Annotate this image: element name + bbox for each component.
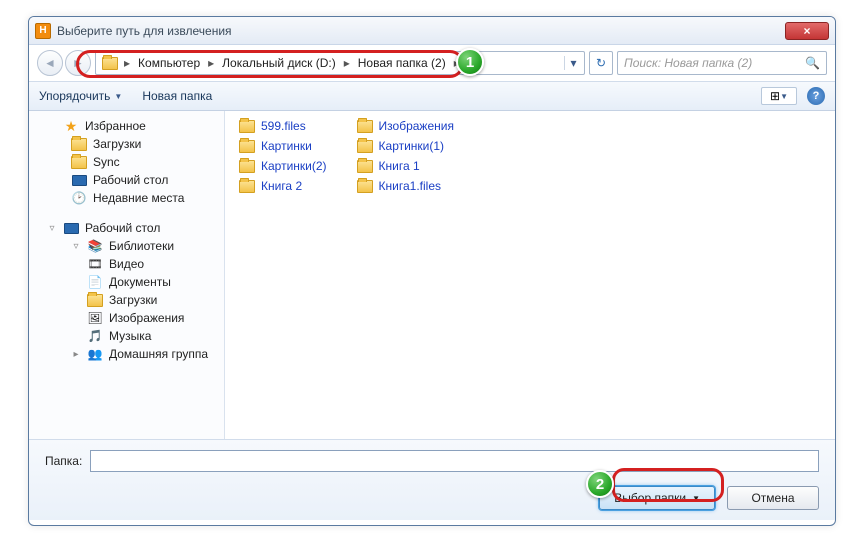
- folder-name-input[interactable]: [90, 450, 819, 472]
- folder-picker-dialog: H Выберите путь для извлечения × ◄ ► ▸ К…: [28, 16, 836, 526]
- app-icon: H: [35, 23, 51, 39]
- organize-button[interactable]: Упорядочить▼: [39, 89, 122, 103]
- music-icon: 🎵: [87, 329, 103, 343]
- folder-icon: [239, 159, 255, 173]
- titlebar: H Выберите путь для извлечения ×: [29, 17, 835, 45]
- library-icon: 📚: [87, 239, 103, 253]
- breadcrumb-seg[interactable]: Новая папка (2): [352, 56, 452, 70]
- annotation-callout-2: 2: [586, 470, 614, 498]
- sidebar-item[interactable]: Загрузки: [29, 135, 224, 153]
- list-item[interactable]: Книга 1: [357, 159, 454, 173]
- folder-icon: [87, 293, 103, 307]
- folder-label: Папка:: [45, 454, 82, 468]
- breadcrumb-seg[interactable]: Компьютер: [132, 56, 206, 70]
- bottom-panel: Папка: Выбор папки▼ Отмена: [29, 439, 835, 520]
- grid-icon: ⊞: [770, 89, 780, 103]
- sidebar: ★Избранное Загрузки Sync Рабочий стол 🕑Н…: [29, 111, 225, 439]
- breadcrumb-seg[interactable]: Локальный диск (D:): [216, 56, 342, 70]
- list-item[interactable]: Картинки(2): [239, 159, 327, 173]
- sidebar-item[interactable]: 📄Документы: [29, 273, 224, 291]
- cancel-button[interactable]: Отмена: [727, 486, 819, 510]
- navigation-bar: ◄ ► ▸ Компьютер ▸ Локальный диск (D:) ▸ …: [29, 45, 835, 81]
- breadcrumb[interactable]: ▸ Компьютер ▸ Локальный диск (D:) ▸ Нова…: [95, 51, 585, 75]
- window-title: Выберите путь для извлечения: [57, 24, 785, 38]
- breadcrumb-dropdown[interactable]: ▾: [564, 56, 582, 70]
- sidebar-homegroup[interactable]: ▸👥Домашняя группа: [29, 345, 224, 363]
- folder-icon: [239, 119, 255, 133]
- sidebar-item[interactable]: 🎵Музыка: [29, 327, 224, 345]
- folder-icon: [357, 179, 373, 193]
- refresh-button[interactable]: ↻: [589, 51, 613, 75]
- sidebar-item[interactable]: 🖼Изображения: [29, 309, 224, 327]
- video-icon: 🎞: [87, 257, 103, 271]
- desktop-icon: [63, 221, 79, 235]
- folder-icon: [357, 139, 373, 153]
- search-input[interactable]: Поиск: Новая папка (2) 🔍: [617, 51, 827, 75]
- star-icon: ★: [63, 119, 79, 133]
- close-button[interactable]: ×: [785, 22, 829, 40]
- help-button[interactable]: ?: [807, 87, 825, 105]
- back-button[interactable]: ◄: [37, 50, 63, 76]
- sidebar-favorites[interactable]: ★Избранное: [29, 117, 224, 135]
- folder-icon: [357, 119, 373, 133]
- sidebar-item[interactable]: Загрузки: [29, 291, 224, 309]
- list-item[interactable]: 599.files: [239, 119, 327, 133]
- chevron-right-icon[interactable]: ▸: [342, 56, 352, 70]
- chevron-down-icon: ▼: [780, 92, 788, 101]
- recent-icon: 🕑: [71, 191, 87, 205]
- list-item[interactable]: Картинки: [239, 139, 327, 153]
- desktop-icon: [71, 173, 87, 187]
- sidebar-item[interactable]: 🕑Недавние места: [29, 189, 224, 207]
- list-item[interactable]: Картинки(1): [357, 139, 454, 153]
- refresh-icon: ↻: [596, 56, 606, 70]
- folder-icon: [71, 137, 87, 151]
- folder-icon: [71, 155, 87, 169]
- search-placeholder: Поиск: Новая папка (2): [624, 56, 805, 70]
- sidebar-item[interactable]: Рабочий стол: [29, 171, 224, 189]
- forward-button[interactable]: ►: [65, 50, 91, 76]
- sidebar-item[interactable]: 🎞Видео: [29, 255, 224, 273]
- chevron-right-icon[interactable]: ▸: [206, 56, 216, 70]
- folder-icon: [357, 159, 373, 173]
- view-mode-button[interactable]: ⊞ ▼: [761, 87, 797, 105]
- select-folder-button[interactable]: Выбор папки▼: [599, 486, 715, 510]
- sidebar-desktop[interactable]: ▿Рабочий стол: [29, 219, 224, 237]
- sidebar-item[interactable]: Sync: [29, 153, 224, 171]
- image-icon: 🖼: [87, 311, 103, 325]
- folder-icon: [239, 139, 255, 153]
- folder-icon: [102, 56, 118, 70]
- toolbar: Упорядочить▼ Новая папка ⊞ ▼ ?: [29, 81, 835, 111]
- chevron-down-icon: ▼: [114, 92, 122, 101]
- body: ★Избранное Загрузки Sync Рабочий стол 🕑Н…: [29, 111, 835, 439]
- list-item[interactable]: Книга 2: [239, 179, 327, 193]
- new-folder-button[interactable]: Новая папка: [142, 89, 212, 103]
- homegroup-icon: 👥: [87, 347, 103, 361]
- file-list: 599.files Картинки Картинки(2) Книга 2 И…: [225, 111, 835, 439]
- list-item[interactable]: Книга1.files: [357, 179, 454, 193]
- list-item[interactable]: Изображения: [357, 119, 454, 133]
- sidebar-libraries[interactable]: ▿📚Библиотеки: [29, 237, 224, 255]
- document-icon: 📄: [87, 275, 103, 289]
- search-icon: 🔍: [805, 56, 820, 70]
- annotation-callout-1: 1: [456, 48, 484, 76]
- folder-icon: [239, 179, 255, 193]
- chevron-right-icon[interactable]: ▸: [122, 56, 132, 70]
